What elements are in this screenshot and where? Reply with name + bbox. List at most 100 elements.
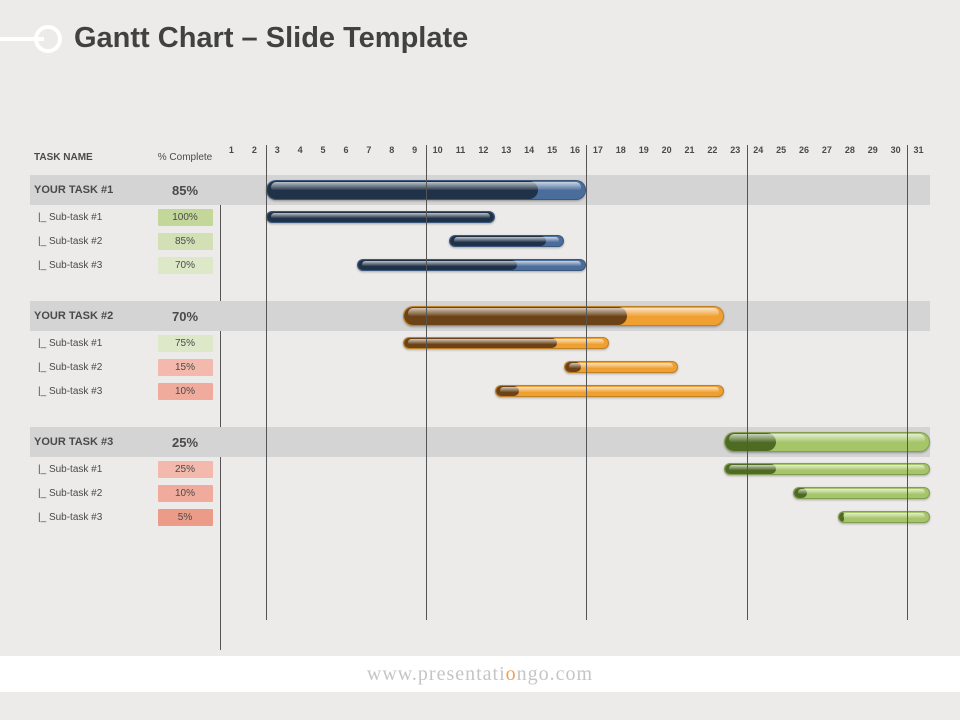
gantt-bar <box>266 211 495 223</box>
gantt-bar-fill <box>496 386 519 396</box>
day-label: 2 <box>252 145 257 155</box>
subtask-pct-wrap: 75% <box>150 335 220 352</box>
gantt-bar-fill <box>358 260 517 270</box>
gantt-bar-fill <box>794 488 808 498</box>
subtask-name: |_ Sub-task #1 <box>30 464 150 475</box>
subtask-pct-wrap: 70% <box>150 257 220 274</box>
sub-task-row: |_ Sub-task #3 70% <box>30 253 930 277</box>
subtask-pct: 25% <box>158 461 213 478</box>
timeline-cell <box>220 457 930 481</box>
day-label: 24 <box>753 145 763 155</box>
day-label: 27 <box>822 145 832 155</box>
page-title: Gantt Chart – Slide Template <box>74 22 468 55</box>
gantt-bar-fill <box>839 512 843 522</box>
day-label: 21 <box>685 145 695 155</box>
gantt-bar <box>403 337 609 349</box>
sub-task-row: |_ Sub-task #2 10% <box>30 481 930 505</box>
gantt-bar <box>357 259 586 271</box>
gantt-bar <box>564 361 679 373</box>
subtask-pct-wrap: 15% <box>150 359 220 376</box>
subtask-name: |_ Sub-task #2 <box>30 488 150 499</box>
day-label: 23 <box>730 145 740 155</box>
gantt-bar <box>495 385 724 397</box>
subtask-pct: 100% <box>158 209 213 226</box>
day-label: 25 <box>776 145 786 155</box>
gantt-bar-fill <box>404 338 557 348</box>
subtask-pct-wrap: 10% <box>150 485 220 502</box>
gantt-bar-fill <box>267 212 494 222</box>
task-pct: 25% <box>150 435 220 450</box>
day-label: 7 <box>366 145 371 155</box>
subtask-pct: 10% <box>158 383 213 400</box>
day-label: 1 <box>229 145 234 155</box>
col-pct-complete: % Complete <box>150 152 220 163</box>
sub-task-row: |_ Sub-task #35% <box>30 505 930 529</box>
gantt-bar-fill <box>725 464 776 474</box>
gantt-bar <box>724 432 930 452</box>
timeline-cell <box>220 229 930 253</box>
gloss <box>843 513 925 518</box>
subtask-pct: 70% <box>158 257 213 274</box>
gantt-bar <box>838 511 930 523</box>
task-group-row: YOUR TASK #185% <box>30 175 930 205</box>
subtask-name: |_ Sub-task #1 <box>30 212 150 223</box>
day-label: 26 <box>799 145 809 155</box>
day-label: 16 <box>570 145 580 155</box>
timeline-header: 1234567891011121314151617181920212223242… <box>220 145 930 169</box>
sub-task-row: |_ Sub-task #1 100% <box>30 205 930 229</box>
task-group-row: YOUR TASK #270% <box>30 301 930 331</box>
day-label: 18 <box>616 145 626 155</box>
subtask-pct-wrap: 25% <box>150 461 220 478</box>
day-label: 6 <box>343 145 348 155</box>
timeline-cell <box>220 301 930 331</box>
gantt-bar <box>724 463 930 475</box>
gantt-bar-fill <box>565 362 582 372</box>
task-pct: 85% <box>150 183 220 198</box>
day-label: 15 <box>547 145 557 155</box>
subtask-name: |_ Sub-task #3 <box>30 386 150 397</box>
gantt-bar-fill <box>267 181 538 199</box>
gantt-bar <box>403 306 724 326</box>
day-label: 30 <box>891 145 901 155</box>
gridline <box>747 145 748 620</box>
gantt-chart: TASK NAME % Complete 1234567891011121314… <box>30 145 930 529</box>
subtask-pct-wrap: 5% <box>150 509 220 526</box>
title-ring-icon <box>34 25 62 53</box>
day-label: 11 <box>456 145 466 155</box>
gantt-bar-fill <box>725 433 776 451</box>
timeline-cell <box>220 175 930 205</box>
day-label: 28 <box>845 145 855 155</box>
footer-url: www.presentationgo.com <box>367 663 593 686</box>
day-label: 12 <box>478 145 488 155</box>
subtask-name: |_ Sub-task #3 <box>30 260 150 271</box>
gloss <box>569 363 674 368</box>
footer-accent: o <box>506 663 517 685</box>
sub-task-row: |_ Sub-task #1 25% <box>30 457 930 481</box>
timeline-cell <box>220 379 930 403</box>
day-label: 20 <box>662 145 672 155</box>
timeline-cell <box>220 253 930 277</box>
gridline <box>907 145 908 620</box>
subtask-pct: 15% <box>158 359 213 376</box>
gloss <box>500 387 719 392</box>
day-label: 22 <box>707 145 717 155</box>
footer-prefix: www.presentati <box>367 663 506 685</box>
rows-container: YOUR TASK #185%|_ Sub-task #1100%|_ Sub-… <box>30 175 930 529</box>
header-row: TASK NAME % Complete 1234567891011121314… <box>30 145 930 169</box>
day-label: 5 <box>321 145 326 155</box>
sub-task-row: |_ Sub-task #3 10% <box>30 379 930 403</box>
gantt-bar-fill <box>404 307 627 325</box>
gloss <box>798 489 925 494</box>
title-bar: Gantt Chart – Slide Template <box>0 22 468 55</box>
task-pct: 70% <box>150 309 220 324</box>
subtask-name: |_ Sub-task #3 <box>30 512 150 523</box>
task-group-row: YOUR TASK #325% <box>30 427 930 457</box>
timeline-cell <box>220 505 930 529</box>
gridline <box>586 145 587 620</box>
task-name: YOUR TASK #3 <box>30 436 150 448</box>
gantt-bar-fill <box>450 236 546 246</box>
sub-task-row: |_ Sub-task #215% <box>30 355 930 379</box>
subtask-pct: 10% <box>158 485 213 502</box>
gantt-bar <box>793 487 930 499</box>
timeline-cell <box>220 481 930 505</box>
